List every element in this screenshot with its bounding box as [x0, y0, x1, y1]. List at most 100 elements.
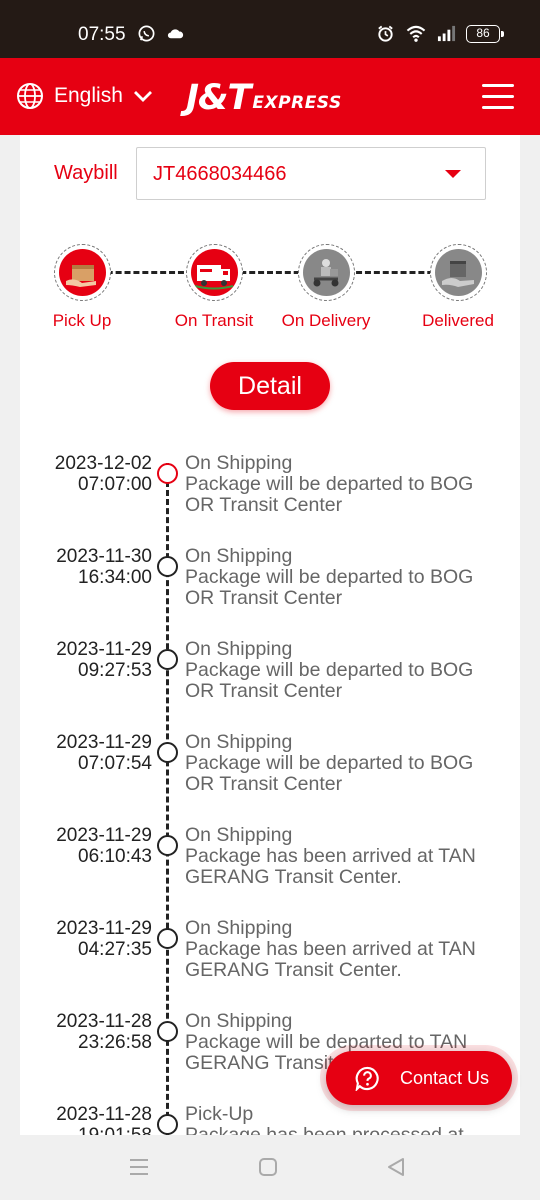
- timeline-datetime: 2023-11-29 09:27:53: [20, 639, 152, 681]
- step-label: Delivered: [422, 311, 494, 330]
- timeline-desc: OR Transit Center: [185, 773, 343, 795]
- timeline-datetime: 2023-11-29 07:07:54: [20, 732, 152, 774]
- timeline-item: 2023-11-29 04:27:35 On Shipping Package ha…: [20, 918, 520, 1011]
- status-bar: 07:55 86: [0, 0, 540, 58]
- language-selector[interactable]: English: [16, 82, 153, 110]
- help-chat-icon: [355, 1066, 379, 1091]
- timeline-dot: [157, 556, 178, 577]
- step-label: Pick Up: [52, 311, 112, 330]
- timeline-desc: Package has been processed at: [185, 1124, 464, 1136]
- timeline-desc: OR Transit Center: [185, 680, 343, 702]
- whatsapp-icon: [138, 25, 155, 42]
- timeline-dot: [157, 835, 178, 856]
- waybill-number: JT4668034466: [153, 163, 287, 185]
- step-label: On Delivery: [281, 311, 371, 330]
- timeline-item: 2023-11-29 09:27:53 On Shipping Package wi…: [20, 639, 520, 732]
- back-icon[interactable]: [386, 1157, 406, 1177]
- timeline-datetime: 2023-11-29 04:27:35: [20, 918, 152, 960]
- timeline-item: 2023-11-30 16:34:00 On Shipping Package wi…: [20, 546, 520, 639]
- alarm-icon: [378, 25, 393, 42]
- contact-us-button[interactable]: Contact Us: [326, 1051, 512, 1105]
- timeline-date: 2023-11-29: [56, 918, 152, 939]
- timeline-status: On Shipping: [185, 731, 293, 753]
- delivery-scooter-icon: [302, 249, 350, 296]
- timeline-text: On Shipping Package will be departed to B…: [185, 453, 515, 516]
- app-header: English J&T EXPRESS: [0, 58, 540, 135]
- timeline-item: 2023-11-29 06:10:43 On Shipping Package ha…: [20, 825, 520, 918]
- timeline-time: 06:10:43: [78, 846, 152, 867]
- timeline-text: On Shipping Package will be departed to B…: [185, 639, 515, 702]
- step-delivered: Delivered: [398, 244, 518, 331]
- jt-express-logo[interactable]: J&T EXPRESS: [186, 78, 342, 118]
- timeline-datetime: 2023-11-2819:01:58: [20, 1104, 152, 1135]
- timeline-time: 16:34:00: [78, 567, 152, 588]
- timeline-status: On Shipping: [185, 638, 293, 660]
- timeline-dot: [157, 1114, 178, 1135]
- waybill-label: Waybill: [54, 162, 118, 184]
- timeline-datetime: 2023-11-29 06:10:43: [20, 825, 152, 867]
- timeline-desc: Package has been arrived at TAN: [185, 845, 476, 867]
- timeline-time: 04:27:35: [78, 939, 152, 960]
- timeline-desc: Package has been arrived at TAN: [185, 938, 476, 960]
- timeline-time: 23:26:58: [78, 1032, 152, 1053]
- timeline-item: 2023-11-29 07:07:54 On Shipping Package wi…: [20, 732, 520, 825]
- timeline-desc: Package will be departed to BOG: [185, 473, 474, 495]
- timeline-date: 2023-12-02: [54, 453, 152, 474]
- wifi-icon: [406, 25, 426, 42]
- timeline-text: On Shipping Package will be departed to B…: [185, 546, 515, 609]
- delivered-package-icon: [434, 249, 482, 296]
- globe-icon: [17, 83, 43, 109]
- timeline-item: 2023-11-2819:01:58 Pick-UpPackage has be…: [20, 1104, 520, 1135]
- contact-us-label: Contact Us: [400, 1067, 490, 1088]
- timeline-date: 2023-11-29: [56, 639, 152, 660]
- hamburger-menu-icon[interactable]: [482, 84, 514, 110]
- recent-apps-icon[interactable]: [128, 1157, 150, 1177]
- timeline-datetime: 2023-11-28 23:26:58: [20, 1011, 152, 1053]
- step-label: On Transit: [174, 311, 254, 330]
- home-icon[interactable]: [258, 1157, 278, 1177]
- timeline-time: 19:01:58: [20, 1125, 152, 1135]
- progress-steps: Pick Up On Transit On Delivery Delivered: [20, 244, 520, 334]
- pickup-package-icon: [58, 249, 106, 296]
- timeline-time: 07:07:00: [78, 474, 152, 495]
- timeline-dot: [157, 1021, 178, 1042]
- timeline-text: On Shipping Package will be departed to B…: [185, 732, 515, 795]
- timeline-text: Pick-Up Package has been processed at: [185, 1103, 515, 1136]
- timeline-text: On Shipping Package has been arrived at T…: [185, 825, 515, 888]
- step-on-delivery: On Delivery: [266, 244, 386, 331]
- timeline-date: 2023-11-28: [56, 1011, 152, 1032]
- battery-icon: 86: [466, 24, 504, 43]
- logo-sub-text: EXPRESS: [252, 93, 342, 113]
- timeline-status: Pick-Up: [185, 1103, 254, 1125]
- timeline-dot: [157, 649, 178, 670]
- timeline-datetime: 2023-11-30 16:34:00: [20, 546, 152, 588]
- timeline-dot: [157, 928, 178, 949]
- timeline-text: On Shipping Package has been arrived at T…: [185, 918, 515, 981]
- timeline-status: On Shipping: [185, 1010, 293, 1032]
- timeline-dot: [157, 742, 178, 763]
- timeline-time: 07:07:54: [78, 753, 152, 774]
- waybill-dropdown[interactable]: JT4668034466: [136, 147, 486, 200]
- timeline-item: 2023-12-02 07:07:00 On Shipping Package wi…: [20, 453, 520, 546]
- language-label: English: [54, 84, 123, 107]
- timeline-desc: Package will be departed to BOG: [185, 566, 474, 588]
- timeline-datetime: 2023-12-02 07:07:00: [20, 453, 152, 495]
- timeline-desc: OR Transit Center: [185, 494, 343, 516]
- step-pick-up: Pick Up: [22, 244, 142, 331]
- timeline-status: On Shipping: [185, 452, 293, 474]
- timeline-desc: Package will be departed to BOG: [185, 752, 474, 774]
- timeline-desc: Package will be departed to TAN: [185, 1031, 468, 1053]
- system-nav-bar: [0, 1135, 540, 1200]
- timeline-date: 2023-11-29: [56, 732, 152, 753]
- detail-button[interactable]: Detail: [210, 362, 330, 410]
- caret-down-icon: [445, 170, 461, 178]
- timeline-dot: [157, 463, 178, 484]
- timeline-status: On Shipping: [185, 917, 293, 939]
- logo-main-text: J&T: [186, 78, 251, 118]
- timeline-desc: OR Transit Center: [185, 587, 343, 609]
- timeline-date: 2023-11-30: [56, 546, 152, 567]
- timeline-desc: GERANG Transit Center.: [185, 866, 402, 888]
- timeline-date: 2023-11-29: [56, 825, 152, 846]
- timeline-status: On Shipping: [185, 545, 293, 567]
- status-time: 07:55: [78, 24, 126, 45]
